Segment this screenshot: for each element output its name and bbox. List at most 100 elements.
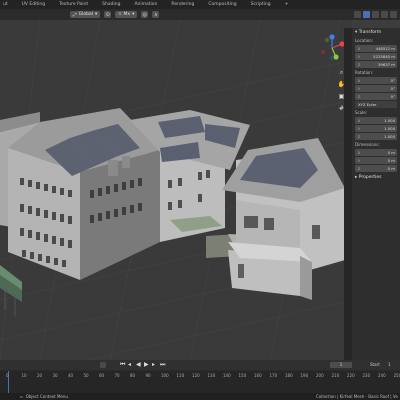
properties-section-header[interactable]: ▸ Properties [352,173,400,182]
frame-tick-label: 140 [223,373,231,378]
viewport-header-right [352,9,400,20]
field-value: 1.000 [384,118,395,123]
scale-z-field[interactable]: Z 1.000 [355,133,397,140]
tab-uv-editing[interactable]: UV Editing [19,2,48,7]
location-z-field[interactable]: Z 39637 m [355,61,397,68]
frame-tick-label: 220 [347,373,355,378]
axis-label: Z [357,134,361,139]
building-annex[interactable] [228,242,312,300]
orientation-dropdown[interactable]: ⤢ Global ▾ [70,11,101,18]
frame-tick-label: 170 [269,373,278,378]
step-back-icon[interactable]: ◂ [128,361,131,368]
status-bar: ▫ Object Context Menu Collection | Kirfe… [0,393,400,400]
frame-tick-label: 60 [99,373,105,378]
orientation-label: Global [78,12,93,17]
viewport-header: ⤢ Global ▾ ⊙ ∩ Mx ▾ ◎ ∧ [0,9,400,20]
tab-animation[interactable]: Animation [131,2,160,7]
npanel-sidebar: ▾ Transform Location: X 448512 m Y 5225840… [352,28,400,360]
xray-icon[interactable] [381,11,388,18]
current-frame-field[interactable]: 1 [330,362,352,368]
viewport-scene [0,20,352,360]
transform-section-header[interactable]: ▾ Transform [352,28,400,37]
dimensions-x-field[interactable]: X 0 m [355,149,397,156]
axis-label: Y [357,86,361,91]
properties-title: Properties [358,175,382,180]
falloff-icon[interactable]: ∧ [152,11,160,18]
play-icon[interactable]: ▶ [144,361,149,368]
field-value: 0 m [387,158,395,163]
axis-label: Y [357,158,361,163]
dimensions-y-field[interactable]: Y 0 m [355,157,397,164]
add-workspace-button[interactable]: + [282,2,292,7]
scale-x-field[interactable]: X 1.000 [355,117,397,124]
rotation-y-field[interactable]: Y 0° [355,85,397,92]
frame-tick-label: 200 [316,373,324,378]
dimensions-label: Dimensions: [355,142,380,147]
tab-layout[interactable]: ut [0,2,11,7]
tab-shading[interactable]: Shading [99,2,123,7]
tab-rendering[interactable]: Rendering [168,2,197,7]
shelter-mesh[interactable] [0,265,22,316]
tab-texture-paint[interactable]: Texture Paint [56,2,91,7]
scale-y-field[interactable]: Y 1.000 [355,125,397,132]
jump-start-icon[interactable]: ⏮ [120,361,125,369]
visibility-icon[interactable] [354,11,361,18]
field-value: 448512 m [375,46,395,51]
rotation-z-field[interactable]: Z 0° [355,93,397,100]
start-frame-label: Start [370,362,380,367]
frame-tick-label: 230 [362,373,371,378]
axis-label: Y [357,126,361,131]
field-value: 0 m [387,166,395,171]
frame-tick-label: 10 [21,373,27,378]
proportional-edit-icon[interactable]: ◎ [141,11,149,18]
frame-tick-label: 90 [145,373,151,378]
location-x-field[interactable]: X 448512 m [355,45,397,52]
keyframe-icon[interactable] [100,362,106,368]
axis-label: X [357,78,361,83]
step-forward-icon[interactable]: ▸ [152,361,155,368]
building-main-block[interactable] [8,108,160,280]
orientation-icon: ⤢ [73,12,77,18]
frame-tick-label: 30 [52,373,58,378]
start-frame-value[interactable]: 1 [388,362,391,367]
shading-solid-icon[interactable] [390,11,397,18]
field-value: 0° [390,86,395,91]
frame-ticks: 0 10 20 30 40 50 60 70 80 90 100 110 120 130 140 150 160… [0,373,400,379]
frame-tick-label: 70 [114,373,120,378]
frame-tick-label: 80 [130,373,136,378]
location-y-field[interactable]: Y 5225840 m [355,53,397,60]
axis-label: Z [357,166,361,171]
gizmo-toggle-icon[interactable] [363,11,370,18]
pivot-icon[interactable]: ⊙ [104,11,112,18]
frame-tick-label: 160 [254,373,262,378]
rotation-x-field[interactable]: X 0° [355,77,397,84]
frame-tick-label: 120 [192,373,200,378]
navigation-gizmo[interactable] [318,34,346,62]
timeline-ruler[interactable]: 0 10 20 30 40 50 60 70 80 90 100 110 120 130 140 150 160… [0,371,400,393]
overlay-icon[interactable] [372,11,379,18]
workspace-tabs-bar: ut UV Editing Texture Paint Shading Anim… [0,0,400,9]
mouse-right-icon: ▫ [20,394,23,399]
location-label: Location: [355,38,374,43]
frame-tick-label: 50 [83,373,89,378]
dimensions-z-field[interactable]: Z 0 m [355,165,397,172]
frame-tick-label: 20 [37,373,43,378]
axis-gizmo-icon [321,34,345,60]
frame-tick-label: 100 [161,373,169,378]
frame-tick-label: 0 [6,373,9,378]
tab-scripting[interactable]: Scripting [248,2,274,7]
axis-label: Y [357,54,361,59]
axis-label: X [357,150,361,155]
timeline-editor: ⏮ ◂ ◀ ▶ ▸ ⏭ 1 Start 1 0 10 20 30 40 50 60 70 80 9… [0,360,400,393]
field-value: 5225840 m [373,54,395,59]
rotation-mode-dropdown[interactable]: XYZ Euler [355,101,397,108]
snap-dropdown[interactable]: ∩ Mx ▾ [115,11,138,18]
frame-tick-label: 40 [68,373,74,378]
jump-end-icon[interactable]: ⏭ [160,361,165,369]
status-right-text: Collection | Kirfeal Mesh - Basic Roof |… [316,394,398,399]
play-reverse-icon[interactable]: ◀ [136,361,141,368]
3d-viewport[interactable]: ⌕ ✋ ▣ # [0,20,352,360]
tab-compositing[interactable]: Compositing [205,2,239,7]
frame-tick-label: 210 [331,373,340,378]
npanel-tabstrip[interactable] [344,28,352,360]
